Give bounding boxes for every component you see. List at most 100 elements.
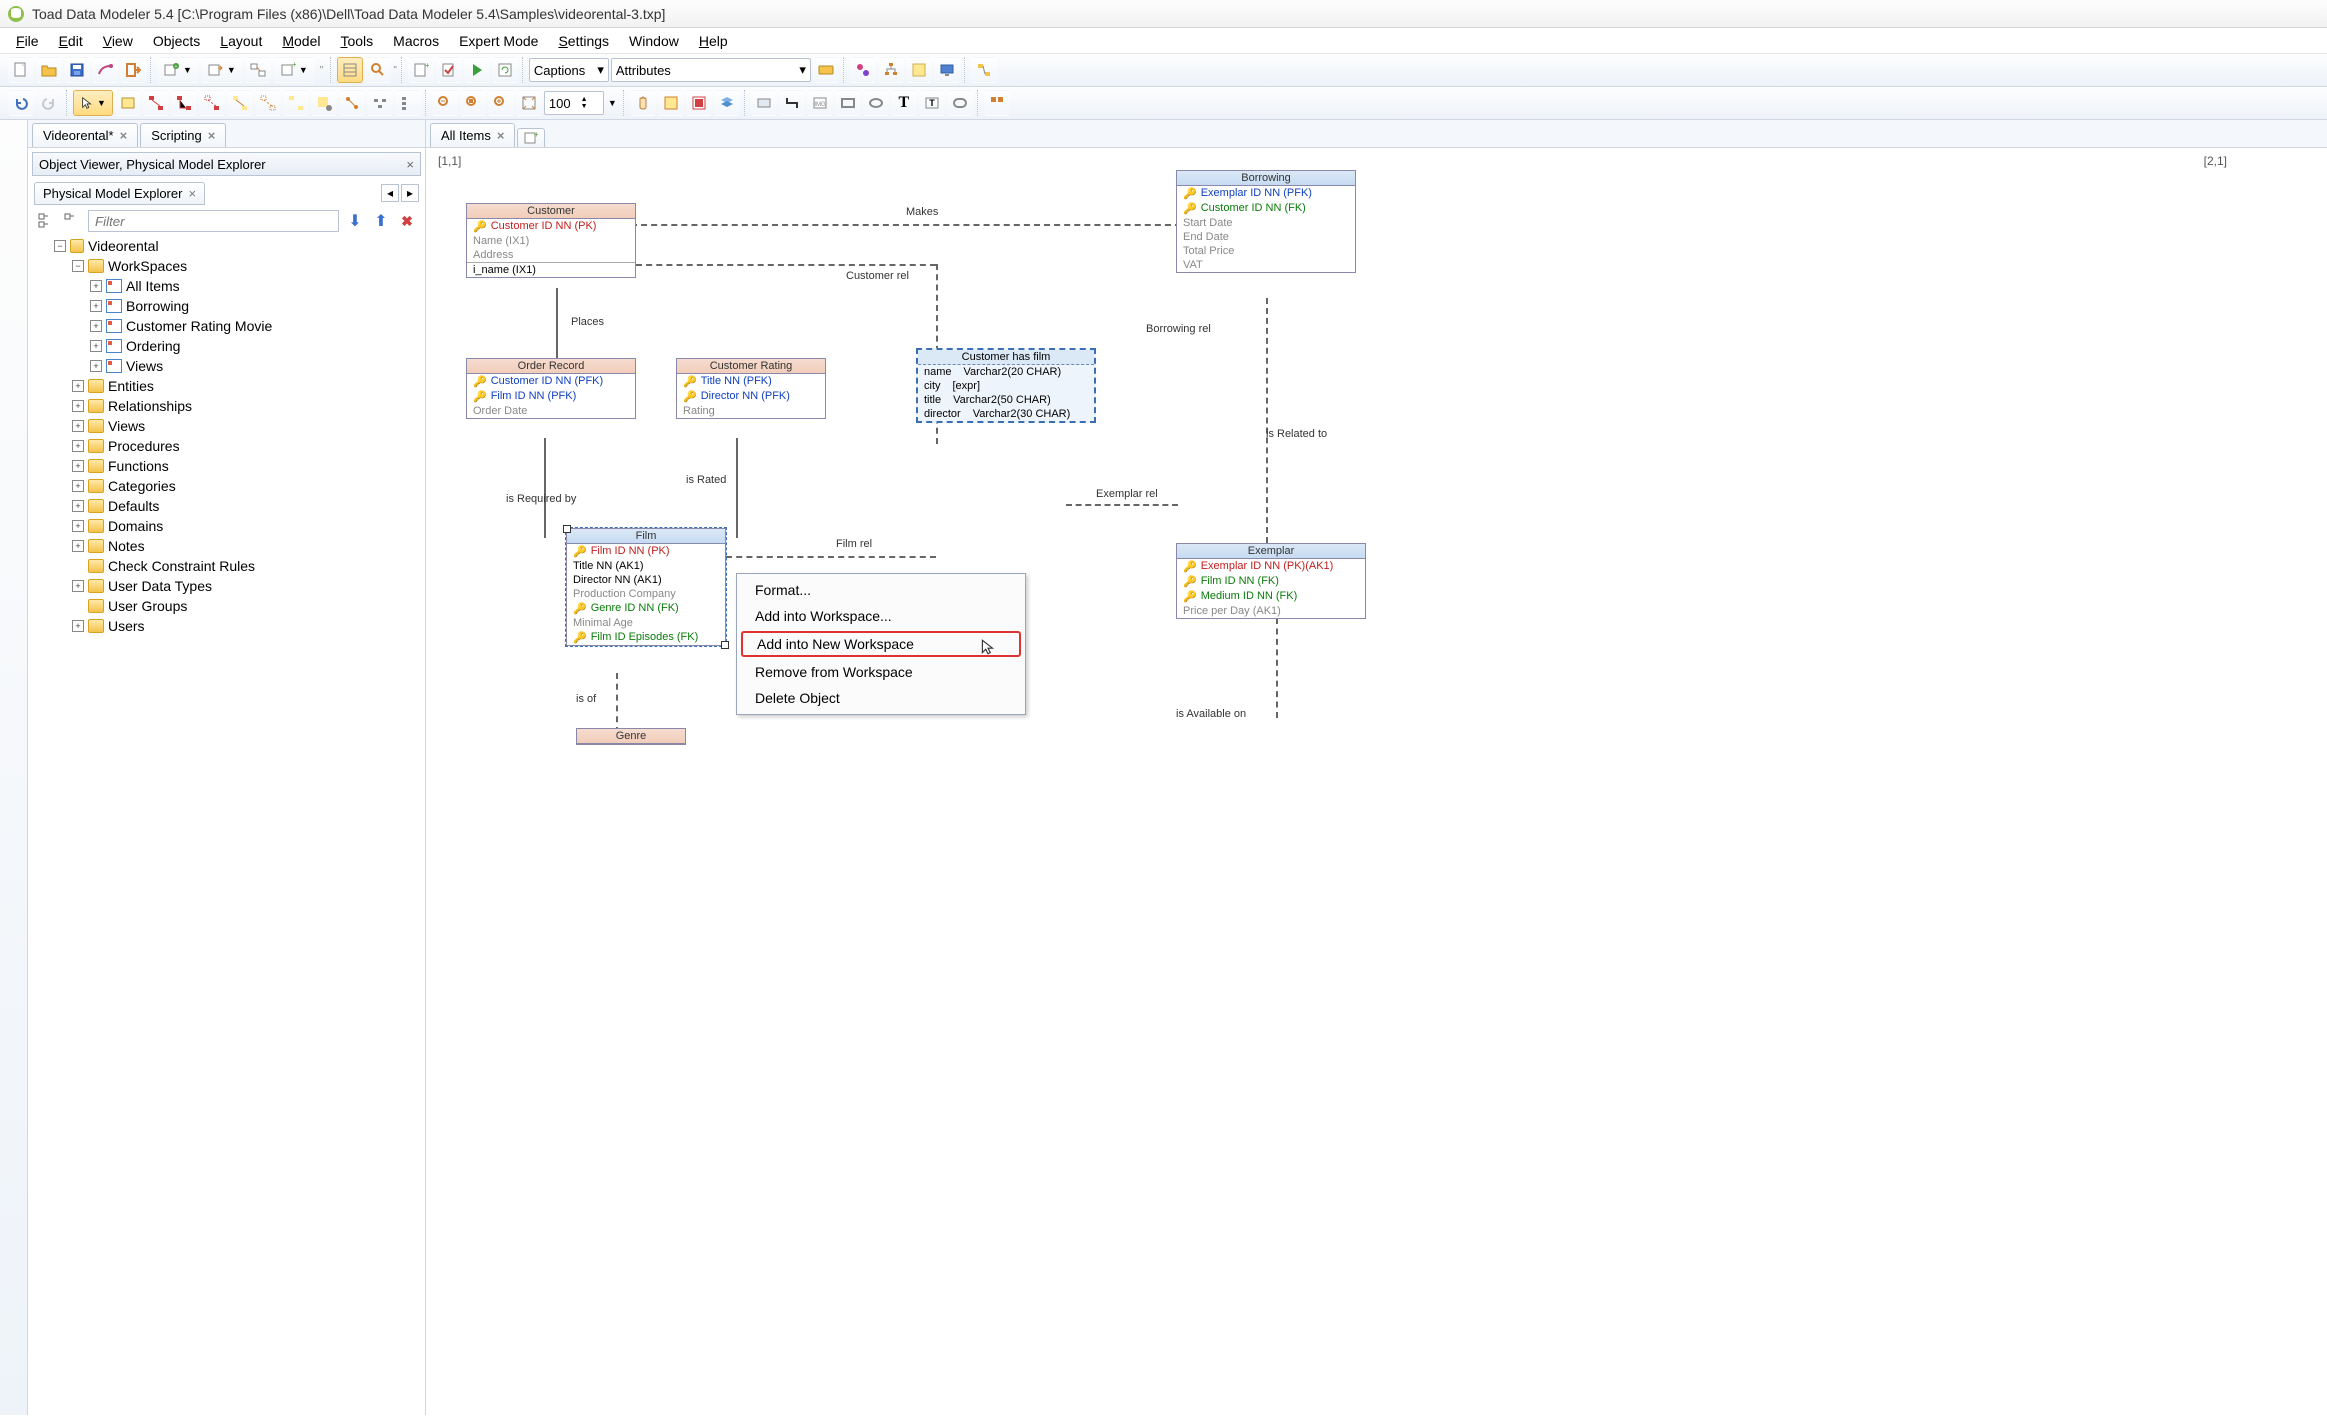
zoom-fit-button[interactable] [460,90,486,116]
rel4-tool[interactable] [227,90,253,116]
entity-film[interactable]: Film 🔑Film ID NN (PK) Title NN (AK1) Dir… [566,528,726,646]
view-customer-has-film[interactable]: Customer has film nameVarchar2(20 CHAR) … [916,348,1096,423]
export-button[interactable]: ▼ [201,57,243,83]
menu-window[interactable]: Window [619,31,689,51]
connection-button[interactable] [92,57,118,83]
v-icon-2[interactable] [4,154,24,174]
menu-help[interactable]: Help [689,31,738,51]
ctx-format[interactable]: Format... [737,577,1025,603]
model-icon[interactable] [850,57,876,83]
rel10-tool[interactable] [395,90,421,116]
image-tool[interactable]: IMG [807,90,833,116]
next-button[interactable]: ▸ [401,184,419,202]
ctx-remove-workspace[interactable]: Remove from Workspace [737,659,1025,685]
add-box-button[interactable]: +▼ [273,57,315,83]
refresh-button[interactable] [492,57,518,83]
close-icon[interactable]: × [497,128,505,143]
monitor-icon[interactable] [934,57,960,83]
grid-button[interactable] [337,57,363,83]
rel8-tool[interactable] [339,90,365,116]
menu-tools[interactable]: Tools [330,31,383,51]
attributes-select[interactable]: Attributes▾ [611,58,811,82]
zoom-in-button[interactable] [488,90,514,116]
rel1-tool[interactable] [143,90,169,116]
extra-tool[interactable] [984,90,1010,116]
close-icon[interactable]: × [208,128,216,143]
save-button[interactable] [64,57,90,83]
menu-view[interactable]: View [93,31,143,51]
entity-tool[interactable] [115,90,141,116]
captions-select[interactable]: Captions▾ [529,58,609,82]
text-tool[interactable]: T [891,90,917,116]
close-icon[interactable]: × [406,157,414,172]
ctx-delete-object[interactable]: Delete Object [737,685,1025,711]
entity-customer[interactable]: Customer 🔑Customer ID NN (PK) Name (IX1)… [466,203,636,278]
sync-button[interactable] [245,57,271,83]
redo-button[interactable] [36,90,62,116]
fit-window-button[interactable] [516,90,542,116]
rounded-tool[interactable] [947,90,973,116]
select-area-tool[interactable] [658,90,684,116]
textbox-tool[interactable]: T [919,90,945,116]
close-icon[interactable]: × [188,186,196,201]
tab-videorental[interactable]: Videorental*× [32,123,138,147]
menu-objects[interactable]: Objects [143,31,210,51]
stamp-tool[interactable] [751,90,777,116]
rel9-tool[interactable] [367,90,393,116]
zoom-input[interactable]: 100▲▼ [544,91,604,115]
filter-input[interactable] [88,210,339,232]
keyboard-button[interactable] [813,57,839,83]
menu-layout[interactable]: Layout [210,31,272,51]
diagram-canvas[interactable]: [1,1] [2,1] Makes Customer rel Places is… [426,148,2327,1415]
menu-edit[interactable]: Edit [49,31,93,51]
new-button[interactable] [8,57,34,83]
tab-physical-model-explorer[interactable]: Physical Model Explorer× [34,182,205,205]
check-button[interactable] [436,57,462,83]
arrow-down-icon[interactable]: ⬇ [345,211,365,231]
model-tree[interactable]: −Videorental −WorkSpaces +All Items +Bor… [36,236,417,1415]
tab-scripting[interactable]: Scripting× [140,123,226,147]
add-tab-button[interactable]: + [517,128,545,147]
v-icon-3[interactable] [4,182,24,202]
ctx-add-workspace[interactable]: Add into Workspace... [737,603,1025,629]
arrow-up-icon[interactable]: ⬆ [371,211,391,231]
tree-expand-icon[interactable] [36,211,56,231]
entity-customer-rating[interactable]: Customer Rating 🔑Title NN (PFK) 🔑Directo… [676,358,826,419]
rel2-tool[interactable] [171,90,197,116]
clear-icon[interactable]: ✖ [397,211,417,231]
entity-order-record[interactable]: Order Record 🔑Customer ID NN (PFK) 🔑Film… [466,358,636,419]
connector-tool[interactable] [779,90,805,116]
pointer-button[interactable]: ▼ [73,90,113,116]
entity-genre[interactable]: Genre [576,728,686,745]
rel6-tool[interactable] [283,90,309,116]
rel3-tool[interactable] [199,90,225,116]
tree-icon[interactable] [878,57,904,83]
rel5-tool[interactable] [255,90,281,116]
rect-tool[interactable] [835,90,861,116]
note-icon[interactable] [906,57,932,83]
menu-expert-mode[interactable]: Expert Mode [449,31,548,51]
add-entity-button[interactable]: +▼ [157,57,199,83]
menu-macros[interactable]: Macros [383,31,449,51]
v-icon-1[interactable] [4,126,24,146]
add-item-button[interactable]: + [408,57,434,83]
menu-model[interactable]: Model [272,31,330,51]
exit-button[interactable] [120,57,146,83]
layers-tool[interactable] [714,90,740,116]
canvas-tab-all-items[interactable]: All Items× [430,123,515,147]
menu-settings[interactable]: Settings [548,31,619,51]
highlight-tool[interactable] [686,90,712,116]
run-button[interactable] [464,57,490,83]
rel7-tool[interactable] [311,90,337,116]
open-button[interactable] [36,57,62,83]
hand-tool[interactable] [630,90,656,116]
ellipse-tool[interactable] [863,90,889,116]
entity-exemplar[interactable]: Exemplar 🔑Exemplar ID NN (PK)(AK1) 🔑Film… [1176,543,1366,619]
menu-file[interactable]: File [6,31,49,51]
close-icon[interactable]: × [120,128,128,143]
entity-borrowing[interactable]: Borrowing 🔑Exemplar ID NN (PFK) 🔑Custome… [1176,170,1356,273]
diagram-icon[interactable] [971,57,997,83]
find-button[interactable] [365,57,391,83]
prev-button[interactable]: ◂ [381,184,399,202]
tree-collapse-icon[interactable] [62,211,82,231]
